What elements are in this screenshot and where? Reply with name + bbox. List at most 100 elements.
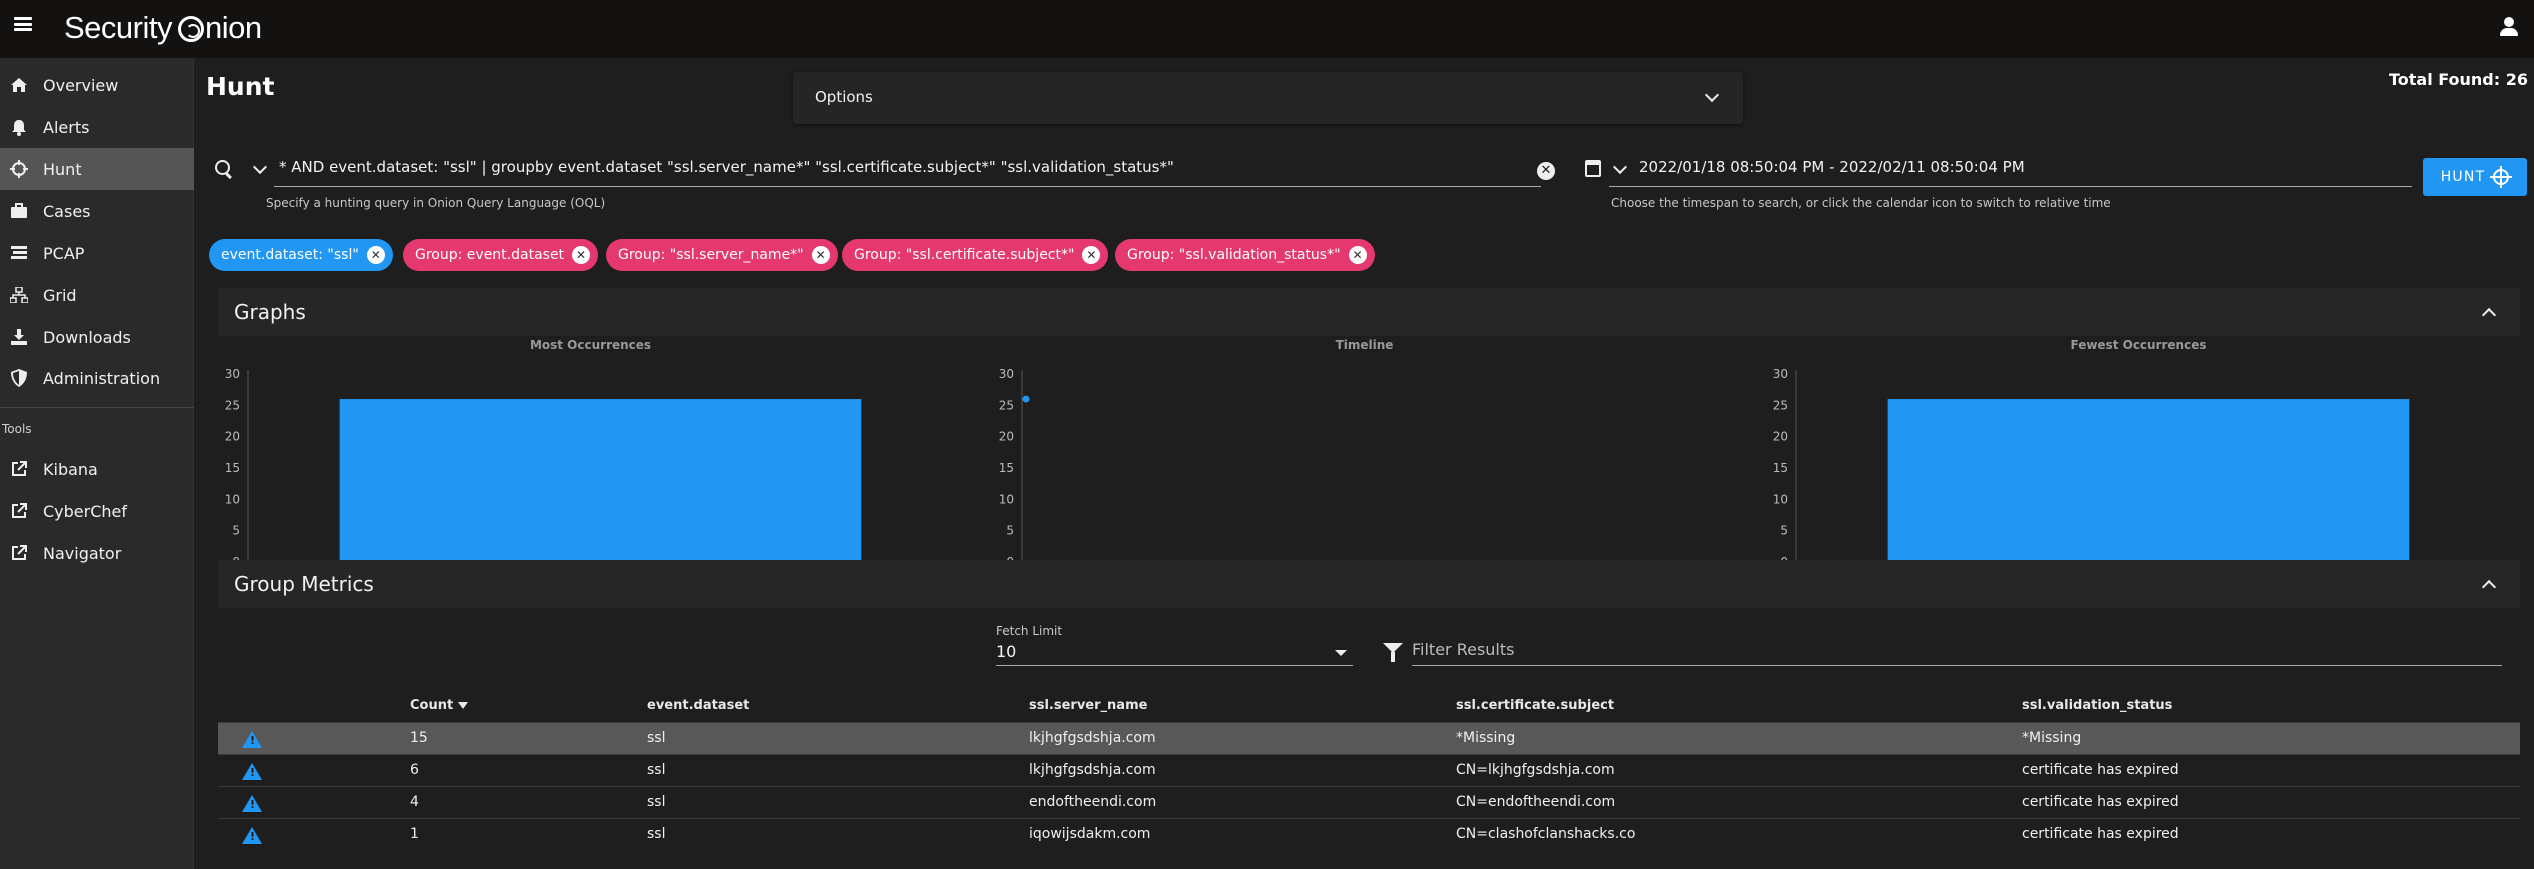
- sidebar-item-navigator[interactable]: Navigator: [0, 532, 194, 574]
- cell-validation-status: certificate has expired: [2022, 762, 2179, 778]
- table-row[interactable]: 6 ssl lkjhgfgsdshja.com CN=lkjhgfgsdshja…: [218, 754, 2520, 786]
- sidebar: Overview Alerts Hunt Cases PCAP Grid Dow…: [0, 58, 194, 869]
- sidebar-item-alerts[interactable]: Alerts: [0, 106, 194, 148]
- sidebar-item-downloads[interactable]: Downloads: [0, 316, 194, 358]
- hunt-button[interactable]: HUNT: [2423, 158, 2527, 196]
- column-header-certificate-subject[interactable]: ssl.certificate.subject: [1456, 698, 1614, 713]
- briefcase-icon: [9, 201, 29, 221]
- daterange-input[interactable]: 2022/01/18 08:50:04 PM - 2022/02/11 08:5…: [1639, 158, 2025, 176]
- sidebar-item-label: Downloads: [43, 327, 131, 347]
- calendar-icon[interactable]: [1585, 160, 1601, 177]
- y-tick-label: 15: [1773, 461, 1788, 475]
- y-tick-label: 30: [999, 367, 1014, 381]
- options-panel[interactable]: Options: [793, 72, 1743, 124]
- external-link-icon: [9, 543, 29, 563]
- close-icon[interactable]: ✕: [366, 246, 385, 264]
- cell-event-dataset: ssl: [647, 762, 666, 778]
- cell-count: 6: [410, 762, 419, 778]
- warning-icon[interactable]: [242, 795, 262, 812]
- menu-icon[interactable]: [14, 17, 32, 31]
- onion-logo-icon: [177, 16, 204, 42]
- header-label: Count: [410, 698, 454, 713]
- tools-section-label: Tools: [2, 422, 32, 436]
- filter-results-input[interactable]: Filter Results: [1412, 640, 1514, 659]
- chip-label: event.dataset: "ssl": [221, 247, 359, 263]
- graphs-section-header[interactable]: Graphs: [218, 288, 2520, 336]
- y-tick-label: 5: [1780, 524, 1788, 538]
- table-row[interactable]: 4 ssl endoftheendi.com CN=endoftheendi.c…: [218, 786, 2520, 818]
- chevron-up-icon[interactable]: [2481, 307, 2497, 323]
- graphs-title: Graphs: [234, 300, 306, 324]
- chevron-down-icon[interactable]: [252, 159, 268, 175]
- fewest-occurrences-chart: Fewest Occurrences 051015202530ssl: [1766, 338, 2511, 588]
- column-header-server-name[interactable]: ssl.server_name: [1029, 698, 1147, 713]
- y-tick-label: 10: [225, 492, 240, 506]
- top-app-bar: Security nion: [0, 0, 2534, 58]
- options-label: Options: [815, 88, 873, 106]
- app-logo[interactable]: Security nion: [64, 10, 262, 46]
- y-tick-label: 25: [999, 398, 1014, 412]
- sitemap-icon: [9, 285, 29, 305]
- column-header-count[interactable]: Count: [410, 698, 469, 713]
- timeline-chart: Timeline 0510152025302022: [992, 338, 1737, 588]
- warning-icon[interactable]: [242, 731, 262, 748]
- daterange-field: 2022/01/18 08:50:04 PM - 2022/02/11 08:5…: [1585, 154, 2415, 214]
- chevron-down-icon[interactable]: [1612, 159, 1628, 175]
- chart-svg: 051015202530ssl: [1773, 367, 2501, 583]
- table-row[interactable]: 1 ssl iqowijsdakm.com CN=clashofclanshac…: [218, 818, 2520, 850]
- column-header-validation-status[interactable]: ssl.validation_status: [2022, 698, 2172, 713]
- caret-down-icon[interactable]: [1335, 650, 1347, 656]
- chip-group-validation-status[interactable]: Group: "ssl.validation_status*" ✕: [1115, 239, 1375, 271]
- sidebar-item-administration[interactable]: Administration: [0, 357, 194, 399]
- warning-icon[interactable]: [242, 827, 262, 844]
- user-account-icon[interactable]: [2500, 17, 2518, 37]
- chevron-up-icon[interactable]: [2481, 579, 2497, 595]
- chart-svg: 0510152025302022: [999, 367, 1727, 583]
- group-metrics-section-header[interactable]: Group Metrics: [218, 560, 2520, 608]
- chip-group-certificate-subject[interactable]: Group: "ssl.certificate.subject*" ✕: [842, 239, 1109, 271]
- bar: [1887, 399, 2410, 562]
- close-icon[interactable]: ✕: [1082, 246, 1101, 264]
- sidebar-item-grid[interactable]: Grid: [0, 274, 194, 316]
- sidebar-item-kibana[interactable]: Kibana: [0, 448, 194, 490]
- query-underline: [274, 186, 1541, 187]
- chip-group-event-dataset[interactable]: Group: event.dataset ✕: [403, 239, 599, 271]
- chevron-down-icon: [1704, 87, 1720, 103]
- group-metrics-title: Group Metrics: [234, 572, 374, 596]
- sidebar-item-label: Cases: [43, 201, 91, 221]
- y-tick-label: 10: [999, 492, 1014, 506]
- query-input[interactable]: * AND event.dataset: "ssl" | groupby eve…: [279, 158, 1174, 176]
- crosshairs-icon: [9, 159, 29, 179]
- warning-icon[interactable]: [242, 763, 262, 780]
- close-icon[interactable]: ✕: [1348, 246, 1367, 264]
- close-icon[interactable]: ✕: [811, 246, 830, 264]
- y-tick-label: 25: [225, 398, 240, 412]
- y-tick-label: 15: [225, 461, 240, 475]
- query-field: * AND event.dataset: "ssl" | groupby eve…: [215, 154, 1555, 214]
- chip-group-server-name[interactable]: Group: "ssl.server_name*" ✕: [606, 239, 838, 271]
- table-row[interactable]: 15 ssl lkjhgfgsdshja.com *Missing *Missi…: [218, 722, 2520, 754]
- chip-label: Group: "ssl.server_name*": [618, 247, 804, 263]
- column-header-event-dataset[interactable]: event.dataset: [647, 698, 749, 713]
- page-title: Hunt: [206, 72, 275, 101]
- hunt-button-label: HUNT: [2440, 169, 2486, 185]
- clear-query-icon[interactable]: ✕: [1537, 162, 1555, 180]
- cell-event-dataset: ssl: [647, 794, 666, 810]
- filter-icon: [1383, 643, 1403, 662]
- sort-desc-icon: [458, 702, 469, 709]
- fetch-limit-select[interactable]: 10: [996, 642, 1016, 661]
- sidebar-item-overview[interactable]: Overview: [0, 64, 194, 106]
- bell-icon: [9, 117, 29, 137]
- cell-server-name: lkjhgfgsdshja.com: [1029, 730, 1156, 746]
- sidebar-item-hunt[interactable]: Hunt: [0, 148, 194, 190]
- search-icon[interactable]: [215, 160, 233, 178]
- chip-event-dataset[interactable]: event.dataset: "ssl" ✕: [209, 239, 393, 271]
- sidebar-item-cyberchef[interactable]: CyberChef: [0, 490, 194, 532]
- sidebar-item-cases[interactable]: Cases: [0, 190, 194, 232]
- close-icon[interactable]: ✕: [572, 246, 591, 264]
- y-tick-label: 20: [225, 430, 240, 444]
- sidebar-item-label: PCAP: [43, 243, 85, 263]
- external-link-icon: [9, 501, 29, 521]
- sidebar-item-pcap[interactable]: PCAP: [0, 232, 194, 274]
- y-tick-label: 20: [999, 430, 1014, 444]
